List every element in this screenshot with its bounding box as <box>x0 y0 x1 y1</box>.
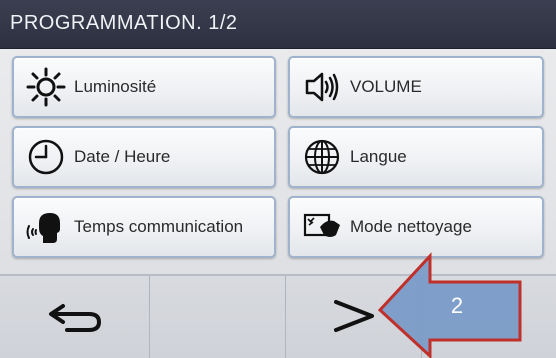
mode-nettoyage-label: Mode nettoyage <box>350 217 472 236</box>
date-heure-button[interactable]: Date / Heure <box>12 126 276 188</box>
cleaning-icon <box>300 205 344 249</box>
luminosite-button[interactable]: Luminosité <box>12 56 276 118</box>
screen: PROGRAMMATION. 1/2 Luminosité VOLUME Dat… <box>0 0 556 358</box>
back-arrow-icon <box>43 296 107 341</box>
next-chevron-icon <box>322 296 386 341</box>
volume-label: VOLUME <box>350 77 422 96</box>
volume-button[interactable]: VOLUME <box>288 56 544 118</box>
step-number-label: 2 <box>450 293 464 318</box>
page-title: PROGRAMMATION. 1/2 <box>10 12 238 34</box>
speaker-icon <box>300 65 344 109</box>
talking-head-icon <box>24 205 68 249</box>
langue-label: Langue <box>350 147 407 166</box>
clock-icon <box>24 135 68 179</box>
luminosite-label: Luminosité <box>74 77 157 96</box>
date-heure-label: Date / Heure <box>74 147 171 166</box>
mode-nettoyage-button[interactable]: Mode nettoyage <box>288 196 544 258</box>
temps-communication-label: Temps communication <box>74 217 244 236</box>
back-button[interactable] <box>0 276 150 358</box>
brightness-icon <box>24 65 68 109</box>
empty-nav-slot <box>150 276 286 358</box>
title-bar: PROGRAMMATION. 1/2 <box>0 0 556 49</box>
menu-grid: Luminosité VOLUME Date / Heure Langue Te… <box>12 56 544 264</box>
globe-icon <box>300 135 344 179</box>
langue-button[interactable]: Langue <box>288 126 544 188</box>
temps-communication-button[interactable]: Temps communication <box>12 196 276 258</box>
